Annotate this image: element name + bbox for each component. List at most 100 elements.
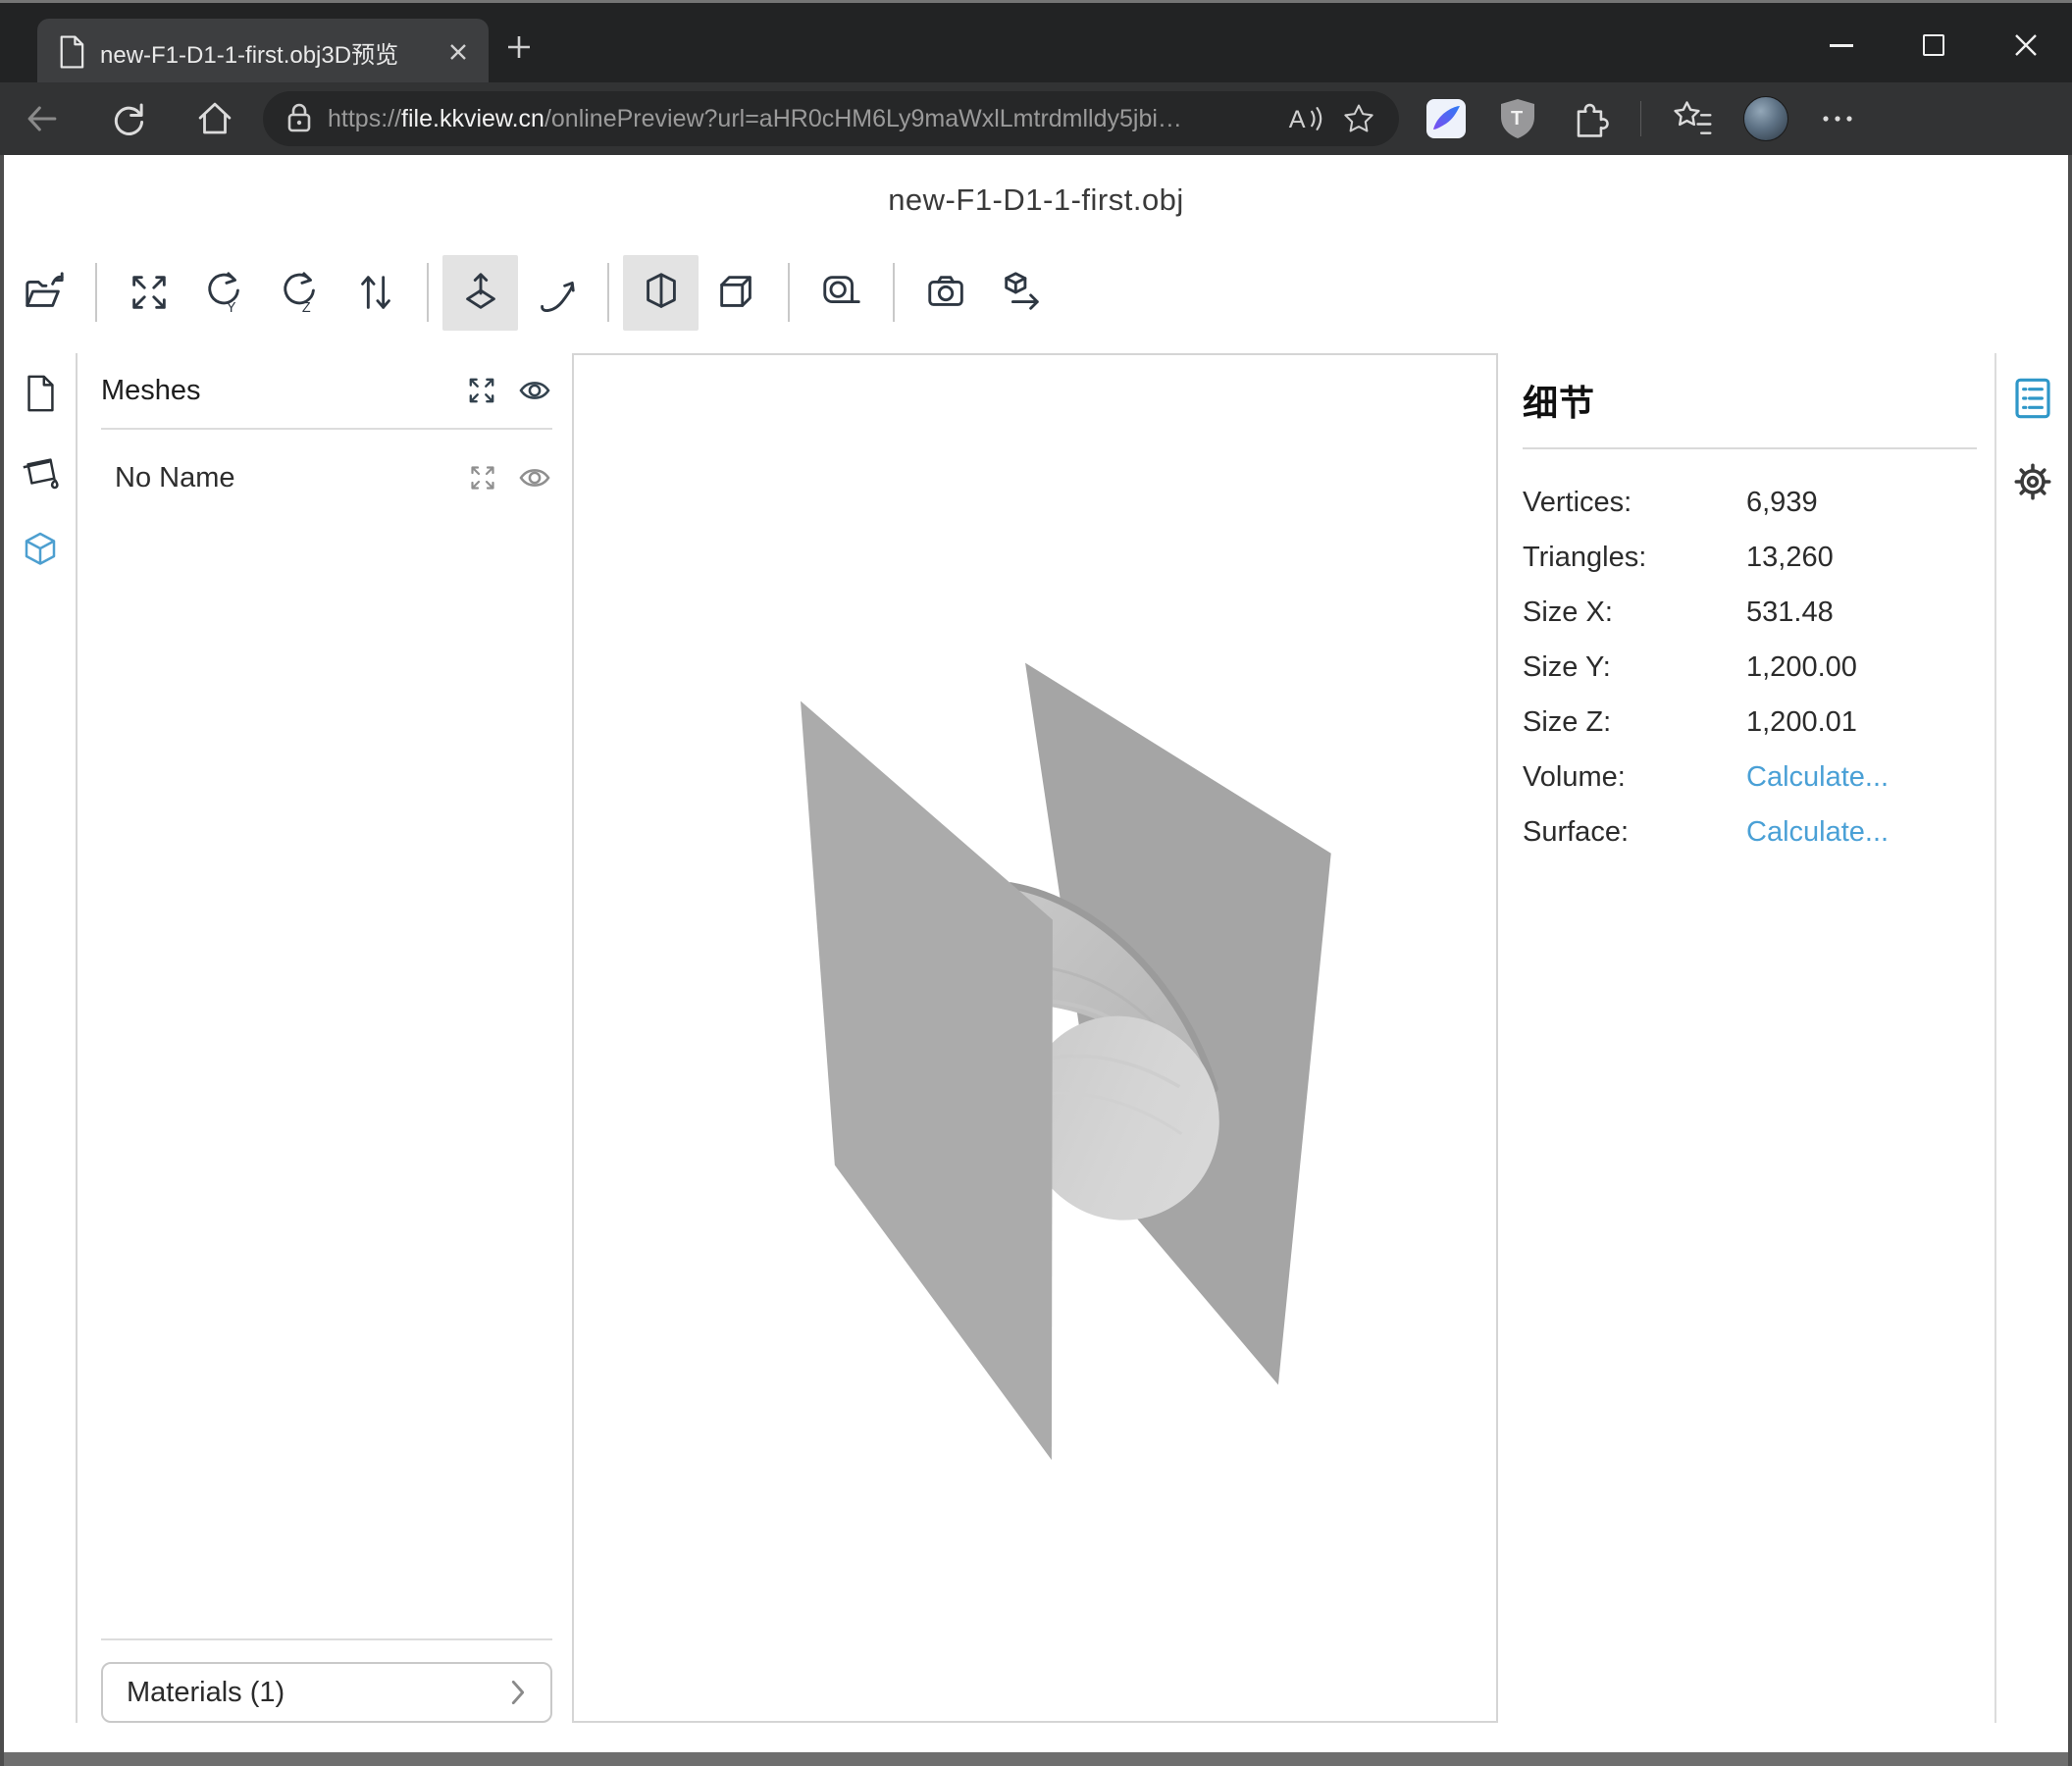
orthographic-view-icon [714,270,759,315]
row-value: 1,200.01 [1746,706,1857,739]
page-title: new-F1-D1-1-first.obj [0,182,2072,218]
svg-text:Y: Y [226,300,235,315]
open-file-icon [22,270,67,315]
favorite-star-icon[interactable] [1340,100,1377,137]
details-list-icon[interactable] [2013,377,2052,420]
svg-text:Z: Z [301,300,310,315]
move-tool-icon [458,270,503,315]
read-aloud-icon[interactable]: A [1285,101,1324,136]
measure-tool-button[interactable] [803,255,879,331]
row-label: Triangles: [1523,542,1746,574]
eye-icon[interactable] [517,464,552,492]
extensions-puzzle-icon[interactable] [1568,97,1611,140]
materials-button[interactable]: Materials (1) [101,1662,552,1723]
preview-page: new-F1-D1-1-first.obj Y [0,155,2072,1766]
row-value: 531.48 [1746,597,1834,629]
lock-icon[interactable] [285,102,314,135]
row-value: 13,260 [1746,542,1834,574]
right-rail [1994,353,2068,1723]
flip-vertical-button[interactable] [337,255,413,331]
perspective-view-button[interactable] [623,255,699,331]
export-model-button[interactable] [984,255,1060,331]
open-file-button[interactable] [6,255,81,331]
window-bottom-strip [0,1752,2072,1766]
row-label: Size Z: [1523,706,1746,739]
meshes-header: Meshes [101,353,552,428]
orbit-tool-icon [534,270,579,315]
calculate-surface-link[interactable]: Calculate... [1746,816,1889,849]
orthographic-view-button[interactable] [699,255,774,331]
row-label: Surface: [1523,816,1746,849]
tampermonkey-shield-icon[interactable]: T [1497,97,1538,140]
details-row-triangles: Triangles: 13,260 [1523,530,1977,585]
fit-view-button[interactable] [111,255,186,331]
left-plane [801,701,1053,1460]
toolbar-divider [788,263,790,322]
materials-label: Materials (1) [127,1677,509,1709]
browser-navbar: https://file.kkview.cn/onlinePreview?url… [0,82,2072,155]
browser-titlebar: new-F1-D1-1-first.obj3D预览 [0,0,2072,82]
rotate-z-button[interactable]: Z [262,255,337,331]
3d-scene [574,355,1496,1721]
expand-icon[interactable] [468,463,497,493]
url-path: /onlinePreview?url=aHR0cHM6Ly9maWxlLmtrd… [544,105,1182,132]
refresh-button[interactable] [100,98,157,139]
address-bar[interactable]: https://file.kkview.cn/onlinePreview?url… [263,91,1399,146]
tab-title: new-F1-D1-1-first.obj3D预览 [100,35,438,70]
model-cube-icon[interactable] [21,530,60,571]
row-label: Size Y: [1523,651,1746,684]
window-right-edge [2068,155,2072,1766]
eye-icon[interactable] [517,377,552,404]
toolbar-divider [427,263,429,322]
mesh-list-item[interactable]: No Name [101,430,552,526]
back-button[interactable] [14,97,71,140]
toolbar-divider [893,263,895,322]
meshes-panel: Meshes [79,353,572,1723]
left-rail [4,353,78,1723]
flip-vertical-icon [353,270,398,315]
blue-extension-icon[interactable] [1424,97,1468,140]
home-button[interactable] [186,98,243,139]
chevron-right-icon [509,1680,527,1705]
svg-text:A: A [1289,106,1306,133]
screenshot-button[interactable] [908,255,984,331]
viewer-toolbar: Y Z [6,245,1060,339]
document-icon [57,34,86,70]
maximize-button[interactable] [1888,6,1980,84]
minimize-button[interactable] [1795,6,1888,84]
viewer-workspace: Meshes [0,353,2072,1723]
details-row-volume: Volume: Calculate... [1523,750,1977,805]
move-tool-button[interactable] [442,255,518,331]
expand-icon[interactable] [466,375,497,406]
toolbar-divider [607,263,609,322]
profile-avatar[interactable] [1743,96,1788,141]
rotate-y-button[interactable]: Y [186,255,262,331]
materials-paint-icon[interactable] [19,451,62,493]
mesh-name: No Name [115,462,468,494]
3d-viewport[interactable] [572,353,1498,1723]
orbit-tool-button[interactable] [518,255,594,331]
details-row-size-y: Size Y: 1,200.00 [1523,640,1977,695]
window-controls [1795,6,2072,84]
new-tab-button[interactable] [502,30,536,64]
details-row-size-z: Size Z: 1,200.01 [1523,695,1977,750]
fit-view-icon [127,270,172,315]
url-host: file.kkview.cn [401,105,544,132]
calculate-volume-link[interactable]: Calculate... [1746,761,1889,794]
browser-tab[interactable]: new-F1-D1-1-first.obj3D预览 [37,19,489,85]
details-panel: 细节 Vertices: 6,939 Triangles: 13,260 Siz… [1499,353,1994,1723]
details-row-surface: Surface: Calculate... [1523,805,1977,859]
row-label: Size X: [1523,597,1746,629]
url-text[interactable]: https://file.kkview.cn/onlinePreview?url… [328,105,1269,133]
tab-close-icon[interactable] [447,41,469,63]
meshes-title: Meshes [101,375,466,407]
settings-gear-icon[interactable] [2010,459,2055,504]
file-icon[interactable] [22,373,59,414]
favorites-hub-icon[interactable] [1671,98,1714,139]
more-icon[interactable] [1818,99,1857,138]
window-left-edge [0,155,4,1766]
rotate-z-icon: Z [278,270,323,315]
toolbar-divider [1640,101,1641,136]
details-divider [1523,447,1977,449]
close-button[interactable] [1980,6,2072,84]
